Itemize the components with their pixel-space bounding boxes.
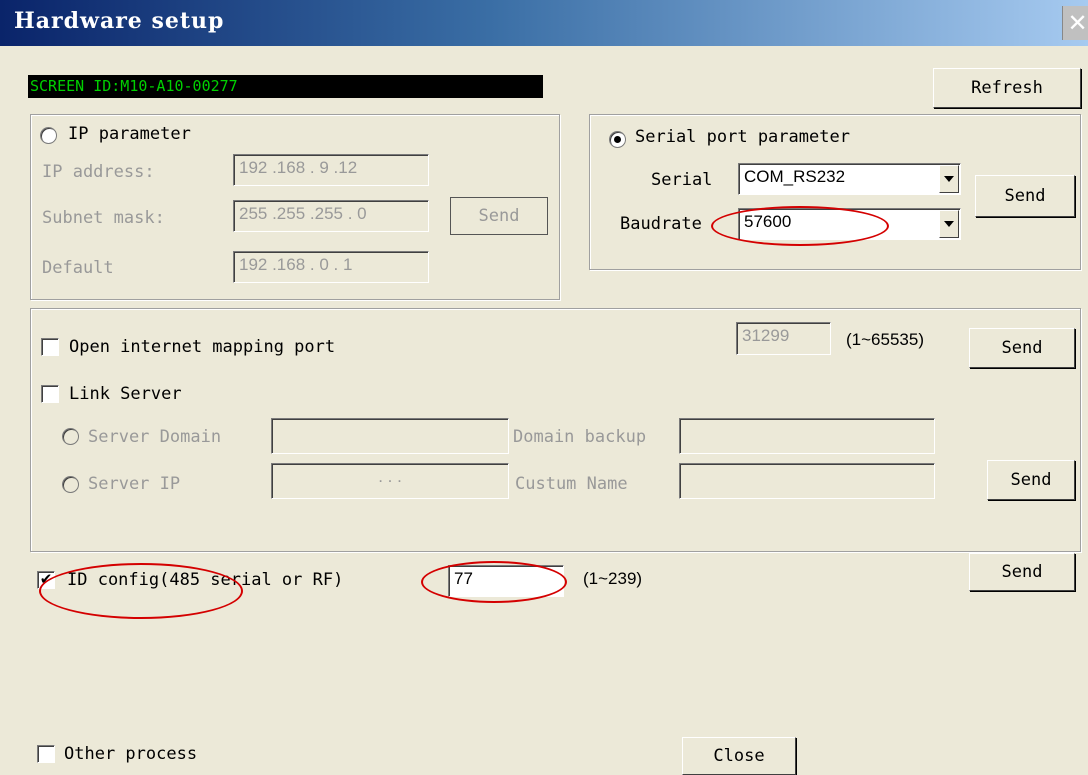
server-domain-label: Server Domain [88, 427, 222, 447]
domain-backup-label: Domain backup [513, 427, 647, 447]
server-domain-field[interactable] [271, 418, 509, 454]
server-ip-radio[interactable] [62, 476, 79, 493]
subnet-mask-label: Subnet mask: [42, 208, 165, 228]
server-domain-radio[interactable] [62, 428, 79, 445]
id-send-button[interactable]: Send [969, 553, 1075, 591]
chevron-down-icon[interactable] [939, 165, 959, 193]
close-window-icon[interactable]: ✕ [1062, 6, 1088, 40]
baudrate-label: Baudrate [620, 214, 702, 234]
other-process-label: Other process [64, 744, 198, 764]
mapping-port-checkbox[interactable] [41, 338, 59, 356]
serial-send-button[interactable]: Send [975, 175, 1075, 217]
other-process-checkbox[interactable] [37, 745, 55, 763]
mapping-port-label: Open internet mapping port [69, 337, 336, 357]
domain-backup-field[interactable] [679, 418, 935, 454]
window-title: Hardware setup [14, 8, 225, 34]
subnet-mask-field[interactable]: 255 .255 .255 . 0 [233, 200, 429, 232]
serial-label: Serial [651, 170, 713, 190]
baudrate-select[interactable]: 57600 [738, 208, 961, 240]
custom-name-label: Custum Name [515, 474, 628, 494]
close-button[interactable]: Close [682, 737, 796, 775]
id-config-checkbox[interactable]: ✔ [37, 571, 55, 589]
ip-parameter-label: IP parameter [68, 124, 191, 144]
custom-name-field[interactable] [679, 463, 935, 499]
server-ip-label: Server IP [88, 474, 181, 494]
ip-address-label: IP address: [42, 162, 155, 182]
ip-send-button[interactable]: Send [450, 197, 548, 235]
baudrate-select-value: 57600 [744, 212, 792, 231]
id-config-label: ID config(485 serial or RF) [67, 570, 344, 590]
ip-address-field[interactable]: 192 .168 . 9 .12 [233, 154, 429, 186]
screen-id-display: SCREEN ID:M10-A10-00277 [28, 75, 543, 98]
serial-port-label: Serial port parameter [635, 127, 850, 147]
serial-port-radio[interactable] [609, 131, 626, 148]
link-server-label: Link Server [69, 384, 182, 404]
server-ip-field[interactable]: . . . [271, 463, 509, 499]
ip-parameter-radio[interactable] [40, 127, 57, 144]
serial-select[interactable]: COM_RS232 [738, 163, 961, 195]
serial-select-value: COM_RS232 [744, 167, 846, 186]
mapping-send-button[interactable]: Send [969, 328, 1075, 368]
link-server-checkbox[interactable] [41, 385, 59, 403]
default-gateway-label: Default [42, 258, 114, 278]
refresh-button[interactable]: Refresh [933, 68, 1081, 108]
default-gateway-field[interactable]: 192 .168 . 0 . 1 [233, 251, 429, 283]
server-send-button[interactable]: Send [987, 460, 1075, 500]
chevron-down-icon[interactable] [939, 210, 959, 238]
id-config-field[interactable]: 77 [448, 565, 564, 597]
id-config-range: (1~239) [583, 569, 643, 588]
mapping-port-field[interactable]: 31299 [736, 322, 831, 355]
mapping-port-range: (1~65535) [846, 330, 924, 349]
